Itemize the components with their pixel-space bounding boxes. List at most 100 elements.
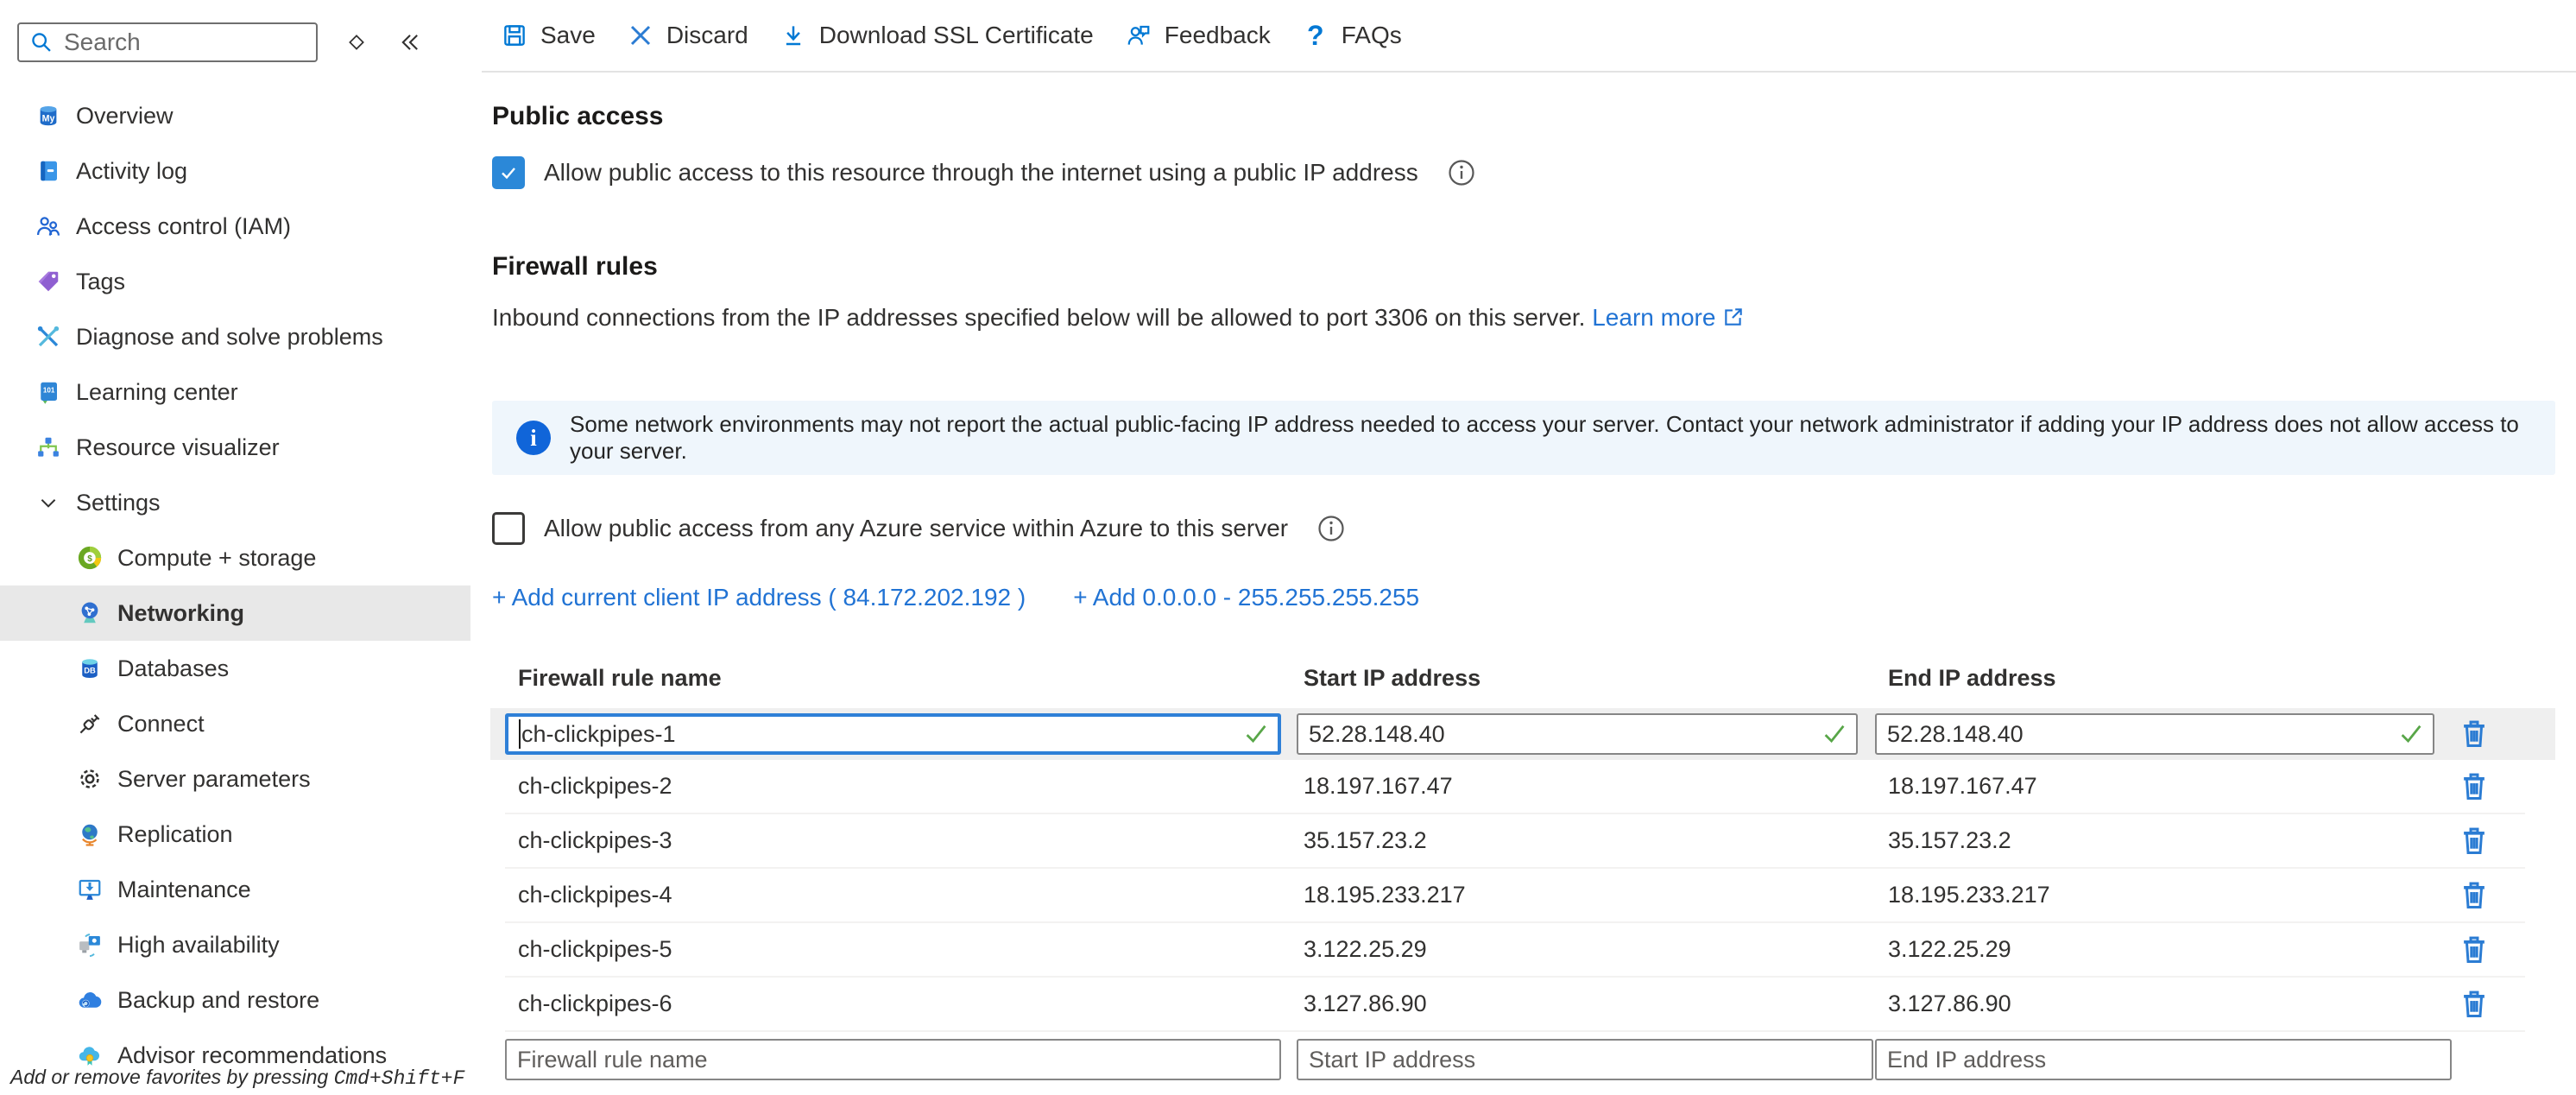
info-icon[interactable] (1317, 515, 1345, 542)
sidebar-item-tags[interactable]: Tags (0, 254, 470, 309)
databases-icon: DB (76, 655, 104, 682)
download-ssl-button[interactable]: Download SSL Certificate (780, 22, 1094, 49)
pin-diamond-icon[interactable] (342, 28, 371, 57)
collapse-sidebar-icon[interactable] (395, 28, 425, 57)
info-banner: i Some network environments may not repo… (492, 401, 2555, 475)
sidebar-item-maintenance[interactable]: Maintenance (0, 862, 470, 917)
sidebar-item-access-control[interactable]: Access control (IAM) (0, 199, 470, 254)
save-button[interactable]: Save (501, 22, 596, 49)
diagnose-tools-icon (35, 323, 62, 351)
command-bar: Save Discard Download SSL Certificate Fe… (482, 0, 2576, 73)
sidebar-item-server-parameters[interactable]: Server parameters (0, 751, 470, 807)
server-parameters-gear-icon (76, 765, 104, 793)
sidebar-item-label: Connect (117, 711, 205, 737)
sidebar-item-learning-center[interactable]: 101 Learning center (0, 364, 470, 420)
feedback-button[interactable]: Feedback (1125, 22, 1271, 49)
text-cursor (519, 719, 521, 749)
download-ssl-label: Download SSL Certificate (819, 22, 1094, 49)
firewall-rules-table: Firewall rule name Start IP address End … (505, 663, 2525, 1080)
sidebar-item-label: Backup and restore (117, 987, 319, 1014)
search-input[interactable] (64, 28, 271, 56)
azure-services-checkbox[interactable] (492, 512, 525, 545)
sidebar-item-diagnose[interactable]: Diagnose and solve problems (0, 309, 470, 364)
rule-name: ch-clickpipes-3 (505, 827, 1281, 854)
discard-button[interactable]: Discard (627, 22, 748, 49)
mysql-database-icon: My (35, 102, 62, 130)
end-ip-input[interactable]: 52.28.148.40 (1875, 713, 2434, 755)
feedback-label: Feedback (1165, 22, 1271, 49)
end-ip: 18.195.233.217 (1875, 882, 2434, 908)
delete-rule-button[interactable] (2457, 822, 2491, 860)
sidebar-group-settings[interactable]: Settings (0, 475, 470, 530)
sidebar-item-backup-restore[interactable]: Backup and restore (0, 972, 470, 1028)
sidebar-item-label: Advisor recommendations (117, 1042, 387, 1069)
new-start-ip-input[interactable] (1297, 1039, 1873, 1080)
column-header-end-ip: End IP address (1875, 665, 2434, 692)
access-control-icon (35, 212, 62, 240)
table-row: ch-clickpipes-3 35.157.23.2 35.157.23.2 (505, 814, 2525, 869)
add-ip-links: + Add current client IP address ( 84.172… (492, 584, 2576, 611)
sidebar-item-replication[interactable]: Replication (0, 807, 470, 862)
new-end-ip-input[interactable] (1875, 1039, 2452, 1080)
delete-rule-button[interactable] (2457, 931, 2491, 969)
sidebar-item-overview[interactable]: My Overview (0, 88, 470, 143)
networking-content: Public access Allow public access to thi… (482, 102, 2576, 1080)
backup-restore-icon (76, 986, 104, 1014)
connect-plug-icon (76, 710, 104, 737)
sidebar-item-label: Learning center (76, 379, 238, 406)
new-rule-name-input[interactable] (505, 1039, 1281, 1080)
sidebar-item-label: Resource visualizer (76, 434, 280, 461)
save-label: Save (540, 22, 596, 49)
rule-name-input[interactable]: ch-clickpipes-1 (505, 713, 1281, 755)
search-box[interactable] (17, 22, 318, 62)
valid-check-icon (1822, 721, 1847, 747)
valid-check-icon (2398, 721, 2424, 747)
learn-more-link[interactable]: Learn more (1592, 304, 1715, 331)
sidebar-item-networking[interactable]: Networking (0, 585, 470, 641)
sidebar-item-compute-storage[interactable]: $ Compute + storage (0, 530, 470, 585)
delete-rule-button[interactable] (2457, 715, 2491, 753)
new-rule-row (505, 1039, 2525, 1080)
delete-rule-button[interactable] (2457, 877, 2491, 915)
rule-name: ch-clickpipes-4 (505, 882, 1281, 908)
rule-name: ch-clickpipes-2 (505, 773, 1281, 800)
tags-icon (35, 268, 62, 295)
firewall-rules-heading: Firewall rules (492, 252, 2576, 282)
table-row: ch-clickpipes-6 3.127.86.90 3.127.86.90 (505, 978, 2525, 1032)
svg-text:My: My (42, 113, 55, 123)
svg-text:$: $ (87, 554, 92, 564)
feedback-icon (1125, 22, 1152, 49)
delete-rule-button[interactable] (2457, 985, 2491, 1023)
public-access-checkbox[interactable] (492, 156, 525, 189)
sidebar-item-resource-visualizer[interactable]: Resource visualizer (0, 420, 470, 475)
sidebar-item-databases[interactable]: DB Databases (0, 641, 470, 696)
sidebar-item-activity-log[interactable]: Activity log (0, 143, 470, 199)
column-header-start-ip: Start IP address (1297, 665, 1858, 692)
info-icon[interactable] (1448, 159, 1475, 187)
sidebar-item-connect[interactable]: Connect (0, 696, 470, 751)
main-panel: Save Discard Download SSL Certificate Fe… (482, 0, 2576, 1095)
resource-visualizer-icon (35, 434, 62, 461)
delete-rule-button[interactable] (2457, 768, 2491, 806)
table-header-row: Firewall rule name Start IP address End … (505, 663, 2525, 693)
faqs-label: FAQs (1342, 22, 1402, 49)
sidebar-item-label: Access control (IAM) (76, 213, 291, 240)
info-banner-text: Some network environments may not report… (570, 411, 2555, 465)
sidebar-item-label: Settings (76, 490, 161, 516)
faqs-button[interactable]: ? FAQs (1302, 22, 1402, 49)
sidebar-item-high-availability[interactable]: High availability (0, 917, 470, 972)
azure-services-checkbox-row: Allow public access from any Azure servi… (492, 511, 2576, 546)
table-row: ch-clickpipes-5 3.122.25.29 3.122.25.29 (505, 923, 2525, 978)
add-all-ips-link[interactable]: + Add 0.0.0.0 - 255.255.255.255 (1073, 584, 1419, 611)
sidebar-item-label: High availability (117, 932, 280, 959)
start-ip-input[interactable]: 52.28.148.40 (1297, 713, 1858, 755)
external-link-icon (1722, 306, 1745, 328)
column-header-name: Firewall rule name (505, 665, 1281, 692)
start-ip: 3.127.86.90 (1297, 991, 1858, 1017)
add-client-ip-link[interactable]: + Add current client IP address ( 84.172… (492, 584, 1026, 611)
end-ip: 35.157.23.2 (1875, 827, 2434, 854)
search-icon (29, 30, 54, 54)
end-ip: 3.127.86.90 (1875, 991, 2434, 1017)
favorites-hint: Add or remove favorites by pressing Cmd+… (10, 1066, 464, 1090)
editing-rule-row: ch-clickpipes-1 52.28.148.40 52.28.148.4… (505, 708, 2525, 760)
